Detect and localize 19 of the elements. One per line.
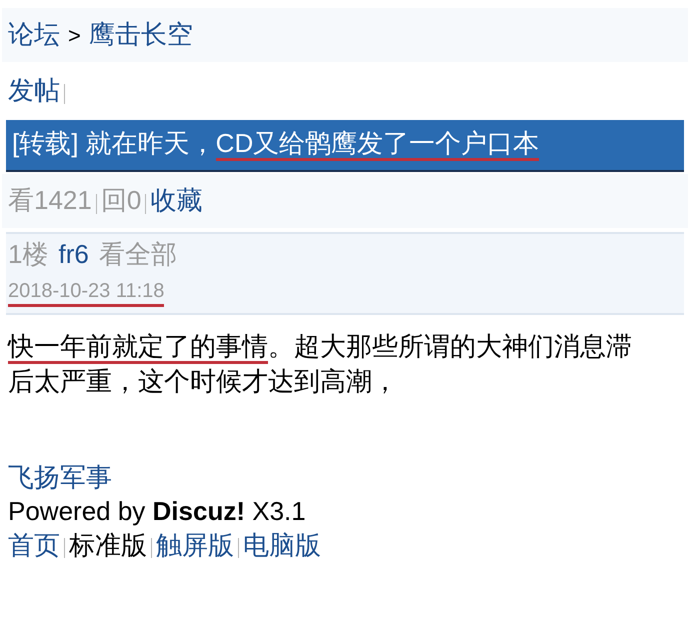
version-link[interactable]: 首页 [8,528,60,562]
site-link[interactable]: 飞扬军事 [8,461,112,495]
version-link[interactable]: 标准版 [69,528,147,562]
breadcrumb-separator: > [68,22,81,50]
breadcrumb-link[interactable]: 论坛 [8,18,60,52]
thread-title-text: [转载] 就在昨天， [12,128,216,160]
view-count: 看1421 [8,184,92,218]
post-time: 2018-10-23 11:18 [8,278,164,308]
version-link[interactable]: 电脑版 [243,528,321,562]
reply-count: 回0 [100,184,142,218]
floor-number: 1楼 [8,238,48,272]
breadcrumb-link[interactable]: 鹰击长空 [88,18,193,52]
post-body: 快一年前就定了的事情。超大那些所谓的大神们消息滞后太严重，这个时候才达到高潮， [6,330,633,398]
thread-title-text: CD又给鹘鹰发了一个户口本 [216,128,540,162]
author-link[interactable]: fr6 [58,238,89,272]
favorite-link[interactable]: 收藏 [150,184,202,218]
version-link[interactable]: 触屏版 [156,528,234,562]
powered-by-text: Powered by Discuz! X3.1 [8,494,307,528]
new-post-link[interactable]: 发帖 [8,74,60,108]
